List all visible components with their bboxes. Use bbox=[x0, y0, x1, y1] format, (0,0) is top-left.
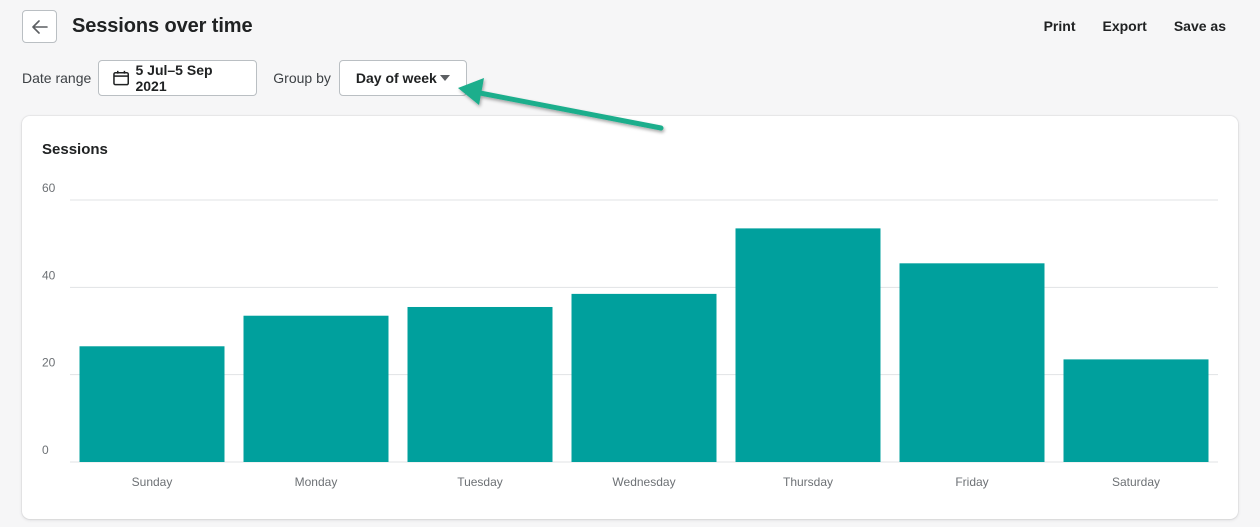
print-button[interactable]: Print bbox=[1044, 18, 1076, 34]
bar-sunday[interactable] bbox=[79, 346, 225, 462]
bar-monday[interactable] bbox=[243, 315, 389, 462]
caret-down-icon bbox=[439, 75, 450, 81]
x-tick-label: Friday bbox=[955, 475, 988, 489]
x-tick-label: Wednesday bbox=[612, 475, 675, 489]
x-tick-label: Tuesday bbox=[457, 475, 503, 489]
arrow-left-icon bbox=[31, 19, 48, 34]
export-button[interactable]: Export bbox=[1102, 18, 1146, 34]
header-actions: Print Export Save as bbox=[1044, 18, 1226, 34]
bar-thursday[interactable] bbox=[735, 228, 881, 462]
bar-friday[interactable] bbox=[899, 263, 1045, 462]
x-tick-label: Saturday bbox=[1112, 475, 1160, 489]
sessions-chart-card: Sessions 0 20 40 60 Sunday Monday Tuesday Wedne… bbox=[22, 116, 1238, 519]
y-tick-label: 20 bbox=[42, 356, 56, 370]
sessions-bar-chart: 0 20 40 60 Sunday Monday Tuesday Wednesday Thurs… bbox=[42, 181, 1218, 489]
page-title: Sessions over time bbox=[72, 15, 253, 37]
bar-saturday[interactable] bbox=[1063, 359, 1209, 462]
save-as-button[interactable]: Save as bbox=[1174, 18, 1226, 34]
y-tick-label: 40 bbox=[42, 268, 56, 282]
date-range-button[interactable]: 5 Jul–5 Sep 2021 bbox=[98, 60, 258, 96]
x-tick-label: Sunday bbox=[132, 475, 173, 489]
report-page: Sessions over time Print Export Save as … bbox=[0, 0, 1260, 527]
x-tick-label: Monday bbox=[295, 475, 338, 489]
calendar-icon bbox=[113, 70, 130, 86]
y-tick-label: 60 bbox=[42, 181, 56, 195]
group-by-select[interactable]: Day of week bbox=[338, 60, 467, 96]
group-by-label: Group by bbox=[273, 70, 331, 86]
bar-tuesday[interactable] bbox=[407, 306, 553, 462]
bar-wednesday[interactable] bbox=[571, 293, 717, 462]
date-range-value: 5 Jul–5 Sep 2021 bbox=[135, 62, 213, 94]
filter-bar: Date range 5 Jul–5 Sep 2021 Group by Day… bbox=[22, 60, 467, 96]
back-button[interactable] bbox=[22, 10, 57, 43]
y-tick-label: 0 bbox=[42, 443, 49, 457]
group-by-value: Day of week bbox=[355, 70, 437, 86]
date-range-label: Date range bbox=[22, 70, 92, 86]
x-tick-label: Thursday bbox=[783, 475, 833, 489]
